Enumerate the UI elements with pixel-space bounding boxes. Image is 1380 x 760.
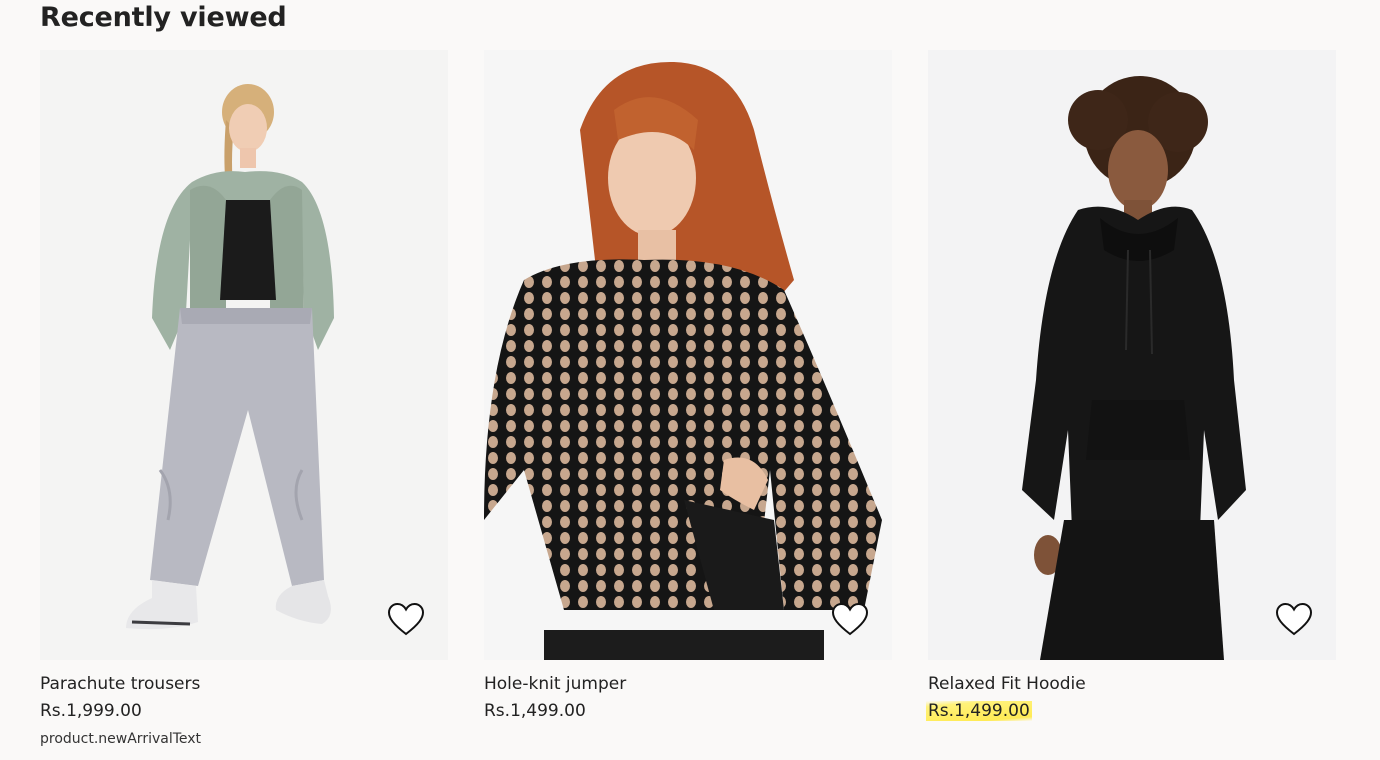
product-image[interactable] xyxy=(928,50,1336,660)
product-photo-relaxed-fit-hoodie xyxy=(928,50,1336,660)
product-card-hole-knit-jumper[interactable]: Hole-knit jumper Rs.1,499.00 xyxy=(484,50,892,721)
product-card-relaxed-fit-hoodie[interactable]: Relaxed Fit Hoodie Rs.1,499.00 xyxy=(926,50,1336,721)
product-photo-parachute-trousers xyxy=(40,50,448,660)
product-badge: product.newArrivalText xyxy=(40,731,202,747)
product-name[interactable]: Relaxed Fit Hoodie xyxy=(928,674,1086,694)
product-price: Rs.1,999.00 xyxy=(40,701,142,721)
heart-outline-icon xyxy=(1275,602,1313,636)
product-image[interactable] xyxy=(40,50,448,660)
heart-outline-icon xyxy=(831,602,869,636)
product-photo-hole-knit-jumper xyxy=(484,50,892,660)
product-price: Rs.1,499.00 xyxy=(926,701,1032,721)
product-name[interactable]: Parachute trousers xyxy=(40,674,200,694)
product-name[interactable]: Hole-knit jumper xyxy=(484,674,626,694)
product-card-parachute-trousers[interactable]: Parachute trousers Rs.1,999.00 product.n… xyxy=(40,50,448,747)
section-title: Recently viewed xyxy=(40,2,287,33)
favourite-button[interactable] xyxy=(829,600,871,640)
heart-outline-icon xyxy=(387,602,425,636)
favourite-button[interactable] xyxy=(385,600,427,640)
favourite-button[interactable] xyxy=(1273,600,1315,640)
product-image[interactable] xyxy=(484,50,892,660)
product-price: Rs.1,499.00 xyxy=(484,701,586,721)
